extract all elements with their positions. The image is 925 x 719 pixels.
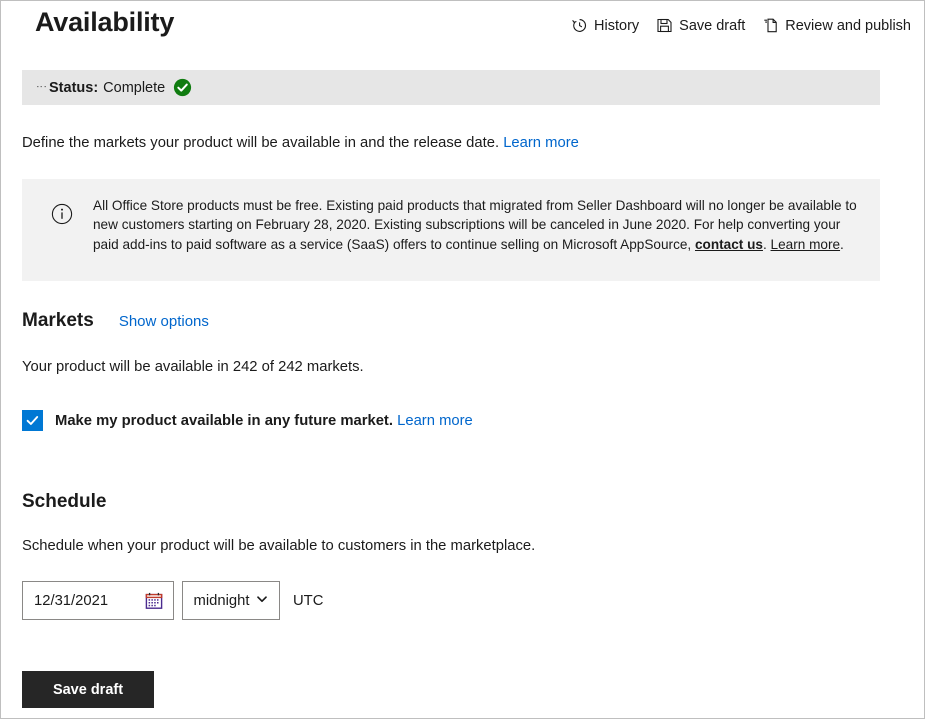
status-drag-handle[interactable]: ⋮ xyxy=(35,81,47,94)
schedule-description: Schedule when your product will be avail… xyxy=(22,538,536,554)
schedule-controls: 12/31/2021 midnight UTC xyxy=(22,581,323,620)
history-icon xyxy=(571,17,588,34)
future-market-learn-more-link[interactable]: Learn more xyxy=(397,413,473,429)
history-label: History xyxy=(594,17,640,34)
future-market-checkbox-label: Make my product available in any future … xyxy=(55,413,473,429)
info-banner: All Office Store products must be free. … xyxy=(22,179,880,281)
page-header: Availability History Save draft Review a… xyxy=(1,1,924,53)
status-value: Complete xyxy=(103,79,166,96)
review-and-publish-button[interactable]: Review and publish xyxy=(762,17,911,34)
release-date-input[interactable]: 12/31/2021 xyxy=(22,581,174,620)
calendar-icon[interactable] xyxy=(145,592,163,610)
timezone-label: UTC xyxy=(293,592,324,609)
status-bar: ⋮ Status: Complete xyxy=(22,70,880,105)
page-title: Availability xyxy=(35,7,175,37)
release-date-value: 12/31/2021 xyxy=(34,592,109,609)
schedule-section-header: Schedule xyxy=(22,491,106,513)
history-button[interactable]: History xyxy=(571,17,639,34)
save-draft-header-button[interactable]: Save draft xyxy=(656,17,745,34)
status-label: Status: xyxy=(49,79,99,96)
info-separator: . xyxy=(762,236,771,252)
future-market-checkbox-row[interactable]: Make my product available in any future … xyxy=(22,410,473,431)
header-actions: History Save draft Review and publish xyxy=(571,17,911,34)
intro-learn-more-link[interactable]: Learn more xyxy=(503,135,579,151)
intro-description: Define the markets your product will be … xyxy=(22,135,579,151)
save-draft-button[interactable]: Save draft xyxy=(22,671,154,708)
document-publish-icon xyxy=(762,17,779,34)
contact-us-link[interactable]: contact us xyxy=(695,237,763,252)
checkmark-icon xyxy=(26,416,39,425)
show-options-link[interactable]: Show options xyxy=(119,313,209,330)
chevron-down-icon xyxy=(256,592,268,610)
availability-page: Availability History Save draft Review a… xyxy=(0,0,925,719)
markets-section-header: Markets Show options xyxy=(22,310,209,332)
markets-summary: Your product will be available in 242 of… xyxy=(22,359,364,375)
markets-title: Markets xyxy=(22,310,94,331)
info-period: . xyxy=(840,236,844,252)
future-market-label-text: Make my product available in any future … xyxy=(55,412,393,429)
intro-text: Define the markets your product will be … xyxy=(22,135,500,151)
info-learn-more-link[interactable]: Learn more xyxy=(771,237,841,252)
release-time-select[interactable]: midnight xyxy=(182,581,280,620)
review-and-publish-label: Review and publish xyxy=(785,17,911,34)
info-banner-text: All Office Store products must be free. … xyxy=(93,196,867,254)
future-market-checkbox[interactable] xyxy=(22,410,43,431)
schedule-title: Schedule xyxy=(22,491,107,512)
check-circle-icon xyxy=(173,78,192,97)
release-time-value: midnight xyxy=(193,592,250,609)
info-circle-icon xyxy=(51,203,73,225)
save-draft-header-label: Save draft xyxy=(679,17,746,34)
save-disk-icon xyxy=(656,17,673,34)
